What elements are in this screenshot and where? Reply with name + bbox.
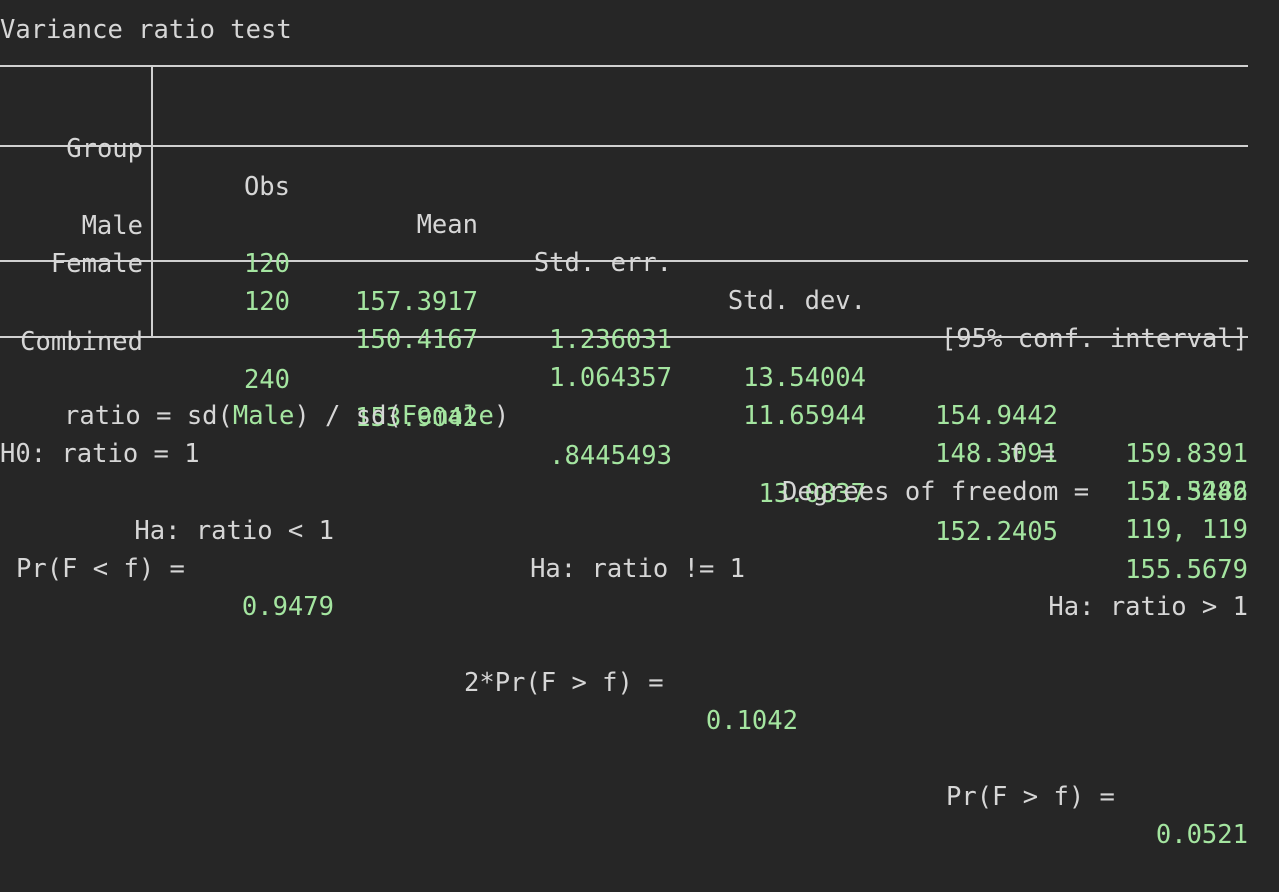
cell-mean: 157.3917: [355, 287, 478, 317]
column-header-conf-interval: [95% conf. interval]: [940, 324, 1248, 354]
column-header-std-err: Std. err.: [533, 248, 672, 278]
cell-ci-high: 159.8391: [1125, 439, 1248, 469]
column-header-group: Group: [66, 134, 143, 164]
column-header-std-dev: Std. dev.: [727, 286, 866, 316]
degrees-of-freedom-label: Degrees of freedom =: [782, 477, 1090, 507]
column-header-mean: Mean: [416, 210, 478, 240]
cell-group: Combined: [20, 327, 143, 357]
ratio-group1: Male: [232, 401, 295, 431]
ratio-group2: Female: [401, 401, 494, 431]
prob-label-greater: Pr(F > f) =: [946, 782, 1115, 812]
cell-std-dev: 11.65944: [743, 401, 866, 431]
cell-obs: 120: [243, 249, 290, 279]
probability-row: Pr(F < f) = 0.9479 2*Pr(F > f) = 0.1042 …: [0, 512, 1248, 892]
cell-ci-low: 152.2405: [935, 517, 1058, 547]
prob-label-less: Pr(F < f) =: [16, 554, 185, 584]
column-header-obs: Obs: [243, 172, 290, 202]
f-statistic-value: 1.3486: [1155, 477, 1248, 507]
prob-value-less: 0.9479: [241, 592, 334, 622]
prob-value-greater: 0.0521: [1155, 820, 1248, 850]
alt-hypothesis-greater: Ha: ratio > 1: [1048, 592, 1248, 622]
ratio-middle: ) / sd(: [294, 401, 402, 431]
cell-obs: 240: [243, 365, 290, 395]
cell-std-err: .8445493: [549, 441, 672, 471]
cell-std-dev: 13.54004: [743, 363, 866, 393]
ratio-suffix: ): [493, 401, 510, 431]
ratio-prefix: ratio = sd(: [64, 401, 233, 431]
cell-obs: 120: [243, 287, 290, 317]
alt-hypothesis-not-equal: Ha: ratio != 1: [530, 554, 745, 584]
table-column-divider: [151, 65, 153, 338]
cell-group: Female: [50, 249, 143, 279]
cell-std-err: 1.064357: [549, 363, 672, 393]
table-header-rule: [0, 145, 1248, 147]
cell-mean: 150.4167: [355, 325, 478, 355]
cell-std-err: 1.236031: [549, 325, 672, 355]
stata-output-console: Variance ratio test Group Obs Mean Std. …: [0, 0, 1279, 850]
prob-label-not-equal: 2*Pr(F > f) =: [464, 668, 664, 698]
degrees-of-freedom-value: 119, 119: [1125, 515, 1248, 545]
cell-ci-low: 154.9442: [935, 401, 1058, 431]
cell-ci-high: 155.5679: [1125, 555, 1248, 585]
prob-value-not-equal: 0.1042: [705, 706, 798, 736]
page-title: Variance ratio test: [0, 15, 292, 45]
f-statistic-label: f =: [1008, 439, 1055, 469]
ratio-expression: ratio = sd(Male) / sd(Female): [64, 397, 509, 435]
table-top-rule: [0, 65, 1248, 67]
null-hypothesis-text: H0: ratio = 1: [0, 439, 200, 469]
